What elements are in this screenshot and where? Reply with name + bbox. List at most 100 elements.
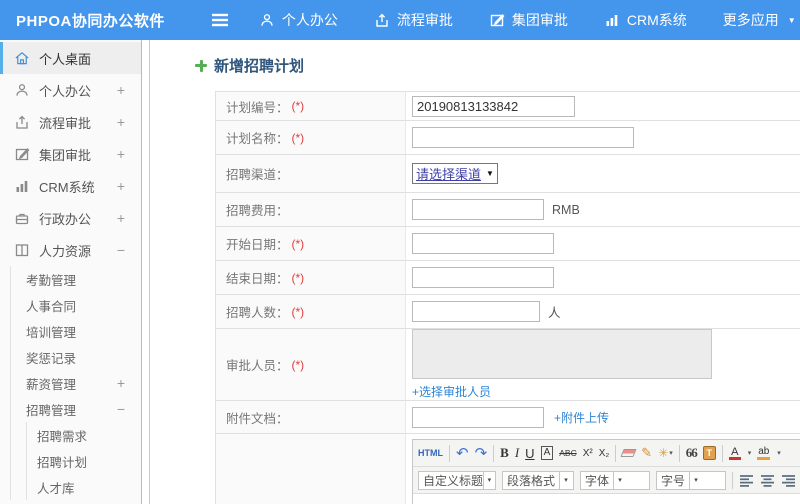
unit-suffix: 人 <box>548 306 561 320</box>
sidebar-subitem-recruit-demand[interactable]: 招聘需求 <box>27 422 141 448</box>
bold-button[interactable]: B <box>500 445 509 461</box>
sidebar-item-admin-office[interactable]: 行政办公 + <box>0 202 141 234</box>
person-icon <box>14 82 30 98</box>
toolbar-separator <box>721 444 723 462</box>
heading-select[interactable]: 自定义标题 ▾ <box>418 470 496 490</box>
sidebar-item-personal-office[interactable]: 个人办公 + <box>0 74 141 106</box>
channel-select[interactable]: 请选择渠道 ▼ <box>412 163 498 184</box>
required-marker: (*) <box>291 304 305 319</box>
sidebar-item-personal-desktop[interactable]: 个人桌面 <box>0 42 141 74</box>
approvers-textarea[interactable] <box>412 329 712 379</box>
subscript-button[interactable]: X₂ <box>599 448 610 459</box>
top-menu-label: CRM系统 <box>626 12 687 28</box>
align-left-button[interactable] <box>739 474 754 487</box>
top-menu-personal-office[interactable]: 个人办公 <box>259 10 338 30</box>
attachment-input[interactable] <box>412 406 544 428</box>
sidebar-subitem-personnel-contract[interactable]: 人事合同 <box>11 292 141 318</box>
select-approvers-link[interactable]: +选择审批人员 <box>412 383 491 400</box>
sidebar-subitem-attendance[interactable]: 考勤管理 <box>11 266 141 292</box>
remove-format-button[interactable] <box>620 449 637 457</box>
blockquote-button[interactable]: 66 <box>686 445 698 461</box>
label-text: 审批人员： <box>226 359 289 373</box>
cost-input[interactable] <box>412 199 544 220</box>
sidebar-subitem-training[interactable]: 培训管理 <box>11 318 141 344</box>
char-border-button[interactable]: A <box>540 446 554 460</box>
top-menu-workflow-approval[interactable]: 流程审批 <box>374 10 453 30</box>
highlight-color-button[interactable]: ab <box>757 445 771 460</box>
paragraph-format-select[interactable]: 段落格式 ▾ <box>502 470 574 490</box>
approval-flow-icon <box>374 12 390 28</box>
expand-toggle[interactable]: + <box>117 146 125 162</box>
italic-button[interactable]: I <box>515 445 519 461</box>
align-center-button[interactable] <box>760 474 775 487</box>
sidebar-item-hr[interactable]: 人力资源 − <box>0 234 141 266</box>
underline-button[interactable]: U <box>525 446 534 461</box>
editor-content-area[interactable] <box>413 494 800 504</box>
expand-toggle[interactable]: − <box>117 401 125 417</box>
briefcase-icon <box>14 210 30 226</box>
toolbar-separator <box>493 444 495 462</box>
sidebar-subitem-salary[interactable]: 薪资管理 + <box>11 370 141 396</box>
editor-toolbar-row1: HTML ↶ ↷ B I U A ABC X² X₂ ✎ ✳ ▾ 66 T A … <box>413 440 800 467</box>
form-row-channel: 招聘渠道： 请选择渠道 ▼ <box>216 155 800 193</box>
plan-name-input[interactable] <box>412 127 634 148</box>
select-label: 自定义标题 <box>423 473 483 488</box>
hamburger-menu-icon[interactable] <box>211 13 229 27</box>
undo-button[interactable]: ↶ <box>456 444 469 462</box>
align-center-icon <box>761 474 774 487</box>
label-text: 附件文档： <box>226 411 289 426</box>
expand-toggle[interactable]: + <box>117 82 125 98</box>
font-size-select[interactable]: 字号 ▾ <box>656 470 726 490</box>
html-source-button[interactable]: HTML <box>418 448 443 458</box>
sidebar-subitem-recruitment[interactable]: 招聘管理 − <box>11 396 141 422</box>
form-row-end-date: 结束日期： (*) <box>216 261 800 295</box>
sidebar-item-group-approval[interactable]: 集团审批 + <box>0 138 141 170</box>
sidebar-subitem-talent-pool[interactable]: 人才库 <box>27 474 141 500</box>
quick-style-button[interactable]: ✳ ▾ <box>658 446 673 460</box>
expand-toggle[interactable]: + <box>117 114 125 130</box>
field-label: 计划编号： (*) <box>216 92 406 120</box>
top-menu-more-apps[interactable]: 更多应用 ▼ <box>723 10 796 30</box>
align-left-icon <box>740 474 753 487</box>
sidebar-subitem-recruit-plan[interactable]: 招聘计划 <box>27 448 141 474</box>
superscript-button[interactable]: X² <box>583 448 593 459</box>
home-icon <box>14 50 30 66</box>
caret-down-icon: ▾ <box>777 450 781 457</box>
top-menu-label: 个人办公 <box>281 12 338 28</box>
redo-button[interactable]: ↷ <box>475 444 488 462</box>
top-menu-crm[interactable]: CRM系统 <box>604 10 687 30</box>
form-row-cost: 招聘费用： RMB <box>216 193 800 227</box>
highlight-ab: ab <box>758 445 770 457</box>
format-brush-button[interactable]: ✎ <box>641 445 652 461</box>
form-row-headcount: 招聘人数： (*) 人 <box>216 295 800 329</box>
start-date-input[interactable] <box>412 233 554 254</box>
end-date-input[interactable] <box>412 267 554 288</box>
expand-toggle[interactable]: + <box>117 210 125 226</box>
font-color-button[interactable]: A <box>728 446 741 460</box>
align-right-button[interactable] <box>781 474 796 487</box>
expand-toggle[interactable]: + <box>117 178 125 194</box>
font-family-select[interactable]: 字体 ▾ <box>580 470 650 490</box>
paste-as-text-button[interactable]: T <box>702 446 716 460</box>
sidebar-scrollbar[interactable] <box>141 40 149 504</box>
book-icon <box>14 242 30 258</box>
top-menu-group-approval[interactable]: 集团审批 <box>489 10 568 30</box>
plan-no-input[interactable] <box>412 95 575 117</box>
sidebar-subitem-reward-punishment[interactable]: 奖惩记录 <box>11 344 141 370</box>
strikethrough-button[interactable]: ABC <box>559 448 576 458</box>
caret-down-icon: ▼ <box>787 15 796 25</box>
topbar: PHPOA协同办公软件 个人办公 流程审批 集团审批 CRM系统 更多应用 ▼ <box>0 0 800 40</box>
subitem-label: 薪资管理 <box>26 377 77 392</box>
expand-toggle[interactable]: + <box>117 375 125 391</box>
page-title-text: 新增招聘计划 <box>214 58 305 75</box>
sidebar-item-workflow-approval[interactable]: 流程审批 + <box>0 106 141 138</box>
label-text: 计划名称： <box>226 132 289 146</box>
align-right-icon <box>782 474 795 487</box>
top-menu-label: 集团审批 <box>511 12 568 28</box>
upload-attachment-link[interactable]: +附件上传 <box>554 409 609 426</box>
hr-submenu: 考勤管理 人事合同 培训管理 奖惩记录 薪资管理 + 招聘管理 − 招聘需求 招… <box>10 266 141 500</box>
label-text: 招聘费用： <box>226 204 289 218</box>
expand-toggle[interactable]: − <box>117 242 125 258</box>
headcount-input[interactable] <box>412 301 540 322</box>
sidebar-item-crm[interactable]: CRM系统 + <box>0 170 141 202</box>
